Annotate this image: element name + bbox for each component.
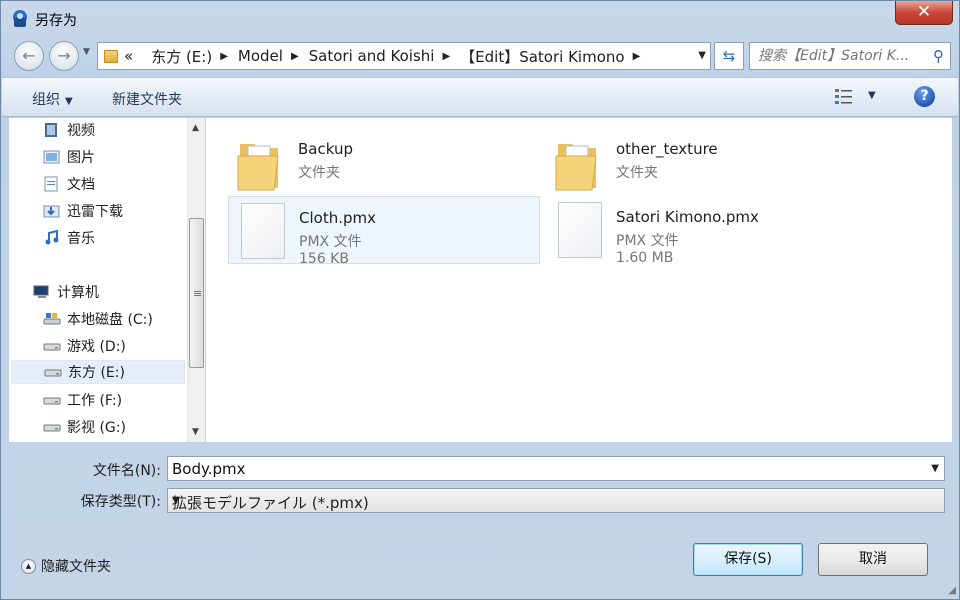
back-button[interactable]: ←: [14, 41, 44, 71]
file-item-pmx[interactable]: Satori Kimono.pmx PMX 文件 1.60 MB: [546, 196, 858, 266]
scrollbar-thumb[interactable]: ≡: [189, 218, 204, 368]
recent-locations-dropdown[interactable]: ▼: [83, 47, 90, 57]
view-dropdown-arrow[interactable]: ▼: [868, 90, 876, 101]
search-box[interactable]: ⚲: [749, 42, 951, 70]
file-icon: [558, 202, 602, 258]
arrow-left-icon: ←: [22, 46, 36, 65]
command-bar: 组织 ▼ 新建文件夹 ▼ ?: [2, 77, 958, 117]
computer-icon: [33, 285, 49, 298]
video-library-icon: [45, 123, 57, 137]
address-bar[interactable]: « 东方 (E:) ▶ Model ▶ Satori and Koishi ▶ 【Ed…: [97, 42, 711, 70]
folder-icon: [237, 144, 279, 191]
documents-library-icon: [44, 176, 58, 192]
file-list: Backup 文件夹 other_texture 文件夹 Cloth.pmx P…: [206, 118, 952, 442]
system-drive-icon: [43, 313, 61, 325]
caret-down-icon: ▼: [65, 96, 73, 107]
breadcrumb-item[interactable]: 【Edit】Satori Kimono ▶: [460, 46, 650, 67]
cancel-button[interactable]: 取消: [818, 543, 928, 576]
help-button[interactable]: ?: [914, 86, 935, 107]
drive-icon: [44, 369, 62, 377]
hide-folders-toggle[interactable]: ▲ 隐藏文件夹: [21, 556, 111, 576]
filetype-select[interactable]: 拡張モデルファイル (*.pmx) ▼: [167, 488, 945, 513]
search-input[interactable]: [750, 43, 926, 69]
window-title: 另存为: [35, 13, 77, 29]
filename-input[interactable]: [168, 457, 908, 480]
chevron-right-icon[interactable]: ▶: [220, 51, 228, 62]
file-icon: [241, 203, 285, 259]
filename-label: 文件名(N):: [92, 463, 161, 479]
title-bar[interactable]: 另存为 ✕: [1, 1, 959, 37]
breadcrumb-item[interactable]: Satori and Koishi ▶: [309, 47, 461, 65]
scroll-up-icon[interactable]: ▲: [192, 123, 199, 133]
arrow-right-icon: →: [57, 46, 71, 65]
file-item-folder[interactable]: Backup 文件夹: [228, 128, 540, 196]
downloads-folder-icon: [43, 205, 60, 218]
pictures-library-icon: [43, 150, 60, 164]
drive-icon: [43, 343, 61, 351]
refresh-icon: ⇆: [722, 47, 736, 65]
nav-item-drive-e[interactable]: 东方 (E:): [11, 360, 185, 384]
close-icon: ✕: [916, 2, 932, 22]
breadcrumb-overflow[interactable]: «: [124, 47, 151, 65]
chevron-right-icon[interactable]: ▶: [633, 51, 641, 62]
nav-scrollbar[interactable]: ▲ ≡ ▼: [187, 118, 205, 442]
app-icon: [13, 10, 27, 27]
drive-icon: [43, 397, 61, 405]
chevron-down-icon[interactable]: ▼: [172, 495, 939, 506]
save-button[interactable]: 保存(S): [693, 543, 803, 576]
music-library-icon: [45, 230, 59, 245]
navigation-pane: 视频 图片 文档 迅雷下载 音乐 计算机 本地磁盘 (C:) 游戏 (D:) 东…: [9, 118, 187, 442]
new-folder-button[interactable]: 新建文件夹: [112, 89, 182, 109]
close-button[interactable]: ✕: [895, 1, 953, 25]
chevron-down-icon[interactable]: ▼: [698, 50, 706, 61]
folder-icon: [555, 144, 597, 191]
breadcrumb-item[interactable]: 东方 (E:) ▶: [151, 46, 238, 67]
file-item-pmx[interactable]: Cloth.pmx PMX 文件 156 KB: [228, 196, 540, 267]
scroll-down-icon[interactable]: ▼: [192, 427, 199, 437]
drive-icon: [43, 424, 61, 432]
save-as-dialog: 另存为 ✕ ← → ▼ « 东方 (E:) ▶ Model ▶ Satori and…: [0, 0, 960, 600]
breadcrumb-item[interactable]: Model ▶: [238, 47, 309, 65]
filetype-label: 保存类型(T):: [80, 494, 161, 510]
organize-menu-button[interactable]: 组织 ▼: [32, 89, 73, 109]
refresh-button[interactable]: ⇆: [714, 42, 744, 70]
file-item-folder[interactable]: other_texture 文件夹: [546, 128, 858, 196]
search-icon[interactable]: ⚲: [933, 47, 944, 65]
grip-icon: ≡: [193, 287, 203, 300]
chevron-right-icon[interactable]: ▶: [291, 51, 299, 62]
help-icon: ?: [920, 88, 929, 104]
collapse-icon: ▲: [21, 558, 36, 574]
resize-grip-icon[interactable]: ◢: [948, 585, 956, 596]
nav-item-computer[interactable]: 计算机: [33, 280, 209, 304]
chevron-down-icon[interactable]: ▼: [931, 463, 939, 474]
folder-icon: [104, 49, 118, 63]
chevron-right-icon[interactable]: ▶: [442, 51, 450, 62]
view-options-icon[interactable]: [834, 87, 854, 105]
forward-button[interactable]: →: [49, 41, 79, 71]
filename-combobox[interactable]: ▼: [167, 456, 945, 481]
